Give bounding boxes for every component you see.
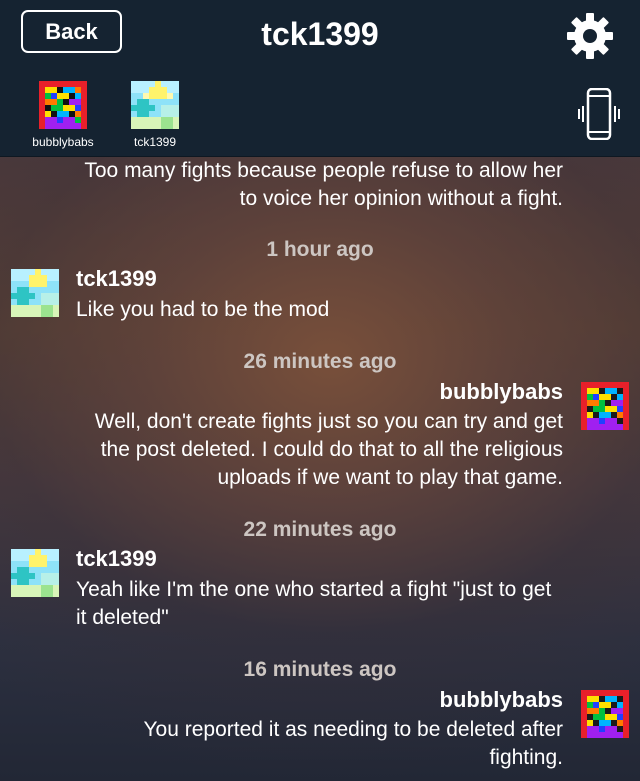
rainbow-pixel-avatar[interactable]: [581, 382, 629, 430]
message-text: Well, don't create fights just so you ca…: [20, 408, 563, 492]
message-text: Too many fights because people refuse to…: [20, 157, 563, 213]
sender-name: tck1399: [76, 546, 157, 571]
phone-vibrate-icon[interactable]: [577, 88, 621, 140]
sky-pixel-avatar[interactable]: [11, 549, 59, 597]
timestamp: 1 hour ago: [266, 238, 374, 261]
participant-label: bubblybabs: [32, 135, 94, 149]
timestamp: 16 minutes ago: [243, 658, 397, 681]
message-line: uploads if we want to play that game.: [217, 466, 563, 489]
message-line: Well, don't create fights just so you ca…: [94, 410, 563, 433]
message-text: Like you had to be the mod: [76, 296, 616, 324]
timestamp: 26 minutes ago: [243, 350, 397, 373]
participant-label: tck1399: [133, 135, 177, 149]
sky-pixel-avatar: [131, 81, 179, 129]
message-line: the post deleted. I could do that to all…: [100, 438, 563, 461]
chat-screen: Back tck1399 bubblybabs tck1399 Too many…: [0, 0, 640, 781]
sender-name: bubblybabs: [439, 379, 563, 404]
message-text: You reported it as needing to be deleted…: [20, 716, 563, 772]
rainbow-pixel-avatar[interactable]: [581, 690, 629, 738]
message-line: Yeah like I'm the one who started a figh…: [76, 578, 552, 601]
participant-bubblybabs[interactable]: bubblybabs: [25, 81, 101, 149]
top-bar: Back tck1399 bubblybabs tck1399: [0, 0, 640, 157]
message-text: Yeah like I'm the one who started a figh…: [76, 576, 626, 632]
rainbow-pixel-avatar: [39, 81, 87, 129]
sky-pixel-avatar[interactable]: [11, 269, 59, 317]
conversation-title: tck1399: [261, 16, 379, 52]
message-line: Too many fights because people refuse to…: [84, 159, 563, 182]
back-button[interactable]: Back: [21, 10, 122, 53]
message-line: Like you had to be the mod: [76, 298, 330, 321]
sender-name: tck1399: [76, 266, 157, 291]
message-line: it deleted": [76, 606, 169, 629]
message-line: to voice her opinion without a fight.: [239, 187, 563, 210]
message-line: You reported it as needing to be deleted…: [143, 718, 563, 741]
participant-tck1399[interactable]: tck1399: [117, 81, 193, 149]
sender-name: bubblybabs: [439, 687, 563, 712]
timestamp: 22 minutes ago: [243, 518, 397, 541]
gear-icon[interactable]: [565, 11, 615, 61]
message-line: fighting.: [489, 746, 563, 769]
